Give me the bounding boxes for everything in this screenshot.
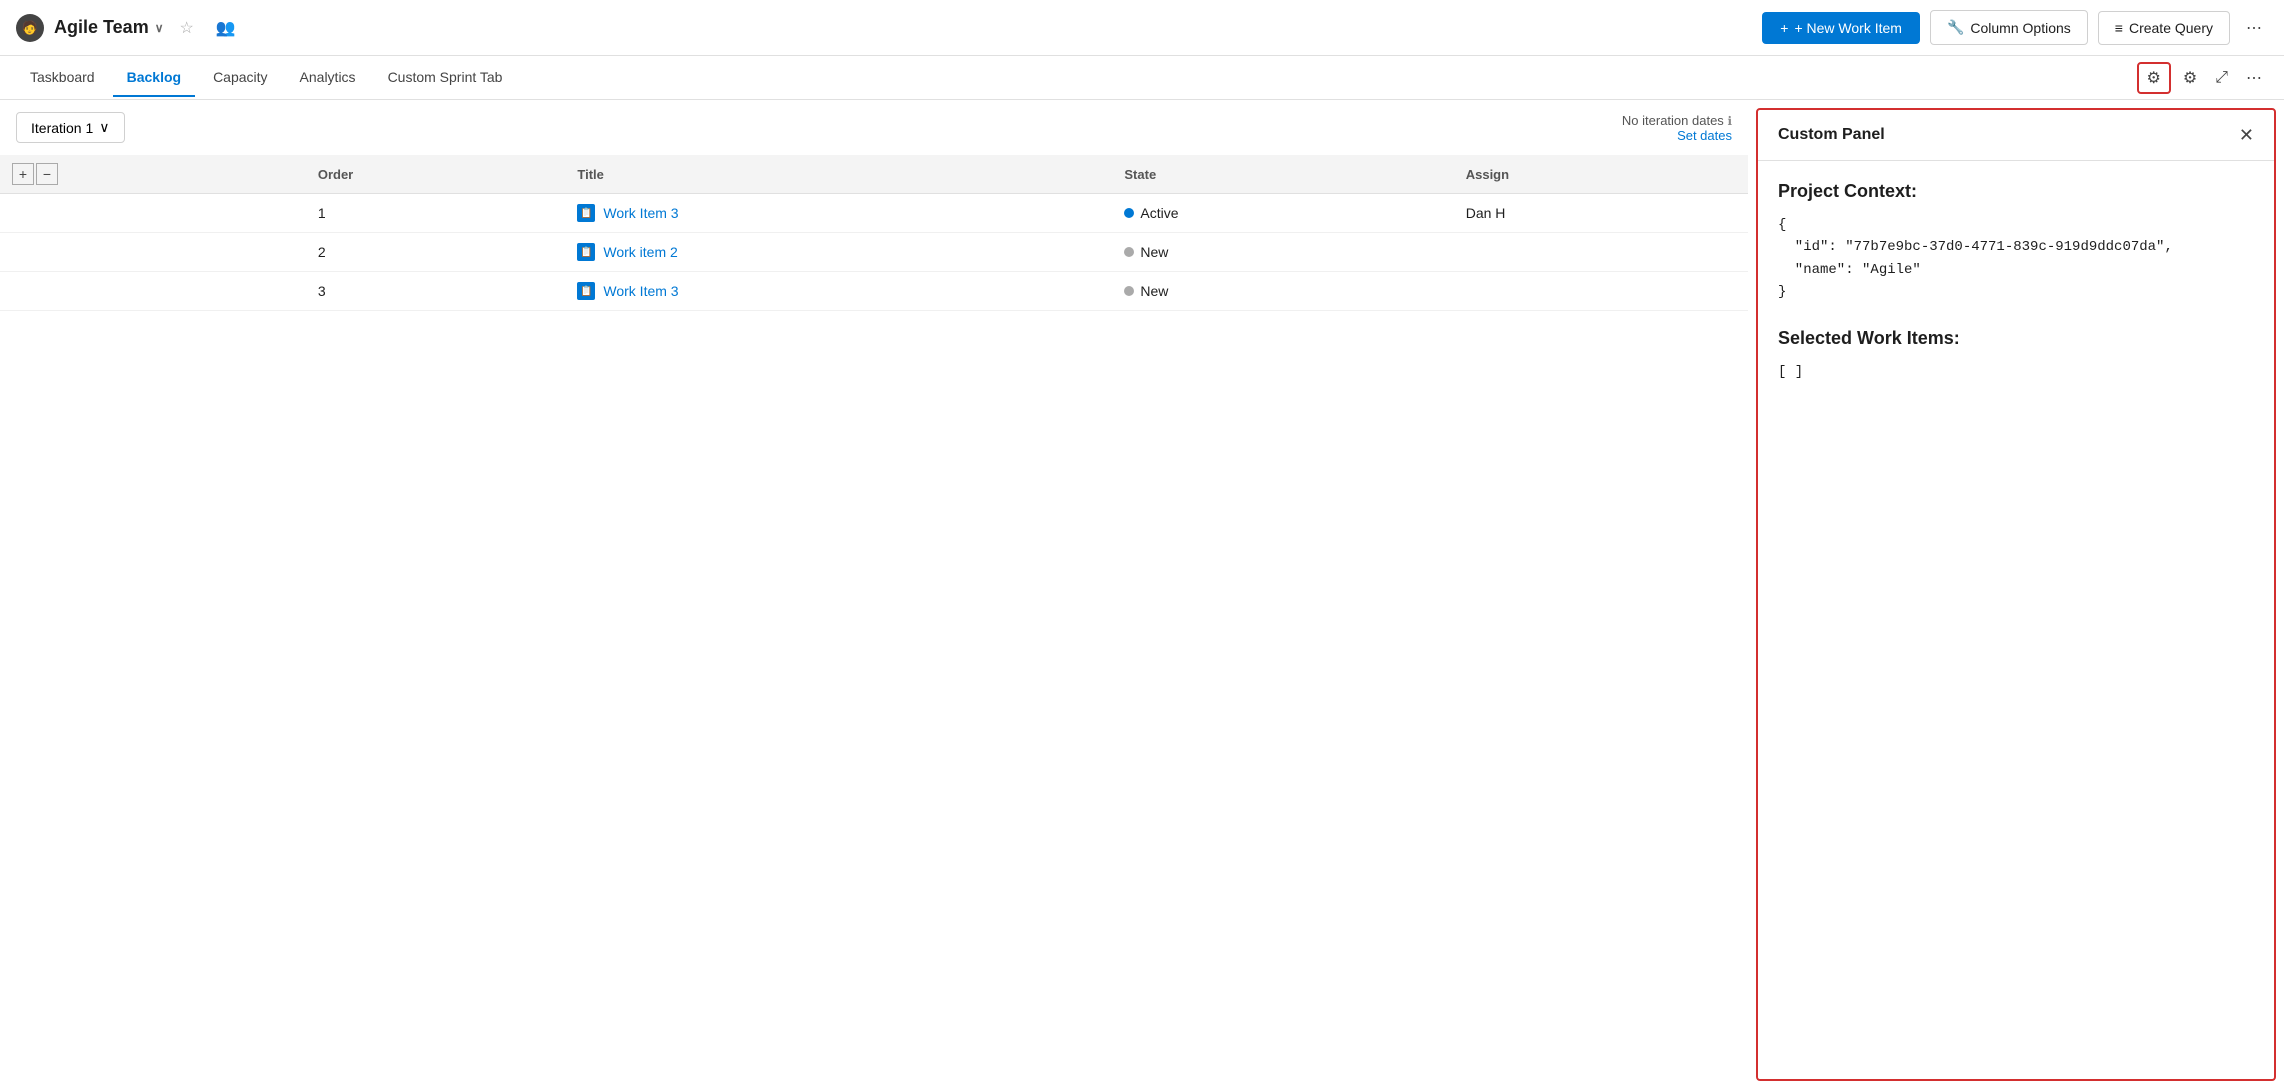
panel-close-button[interactable]: ✕: [2239, 126, 2254, 144]
row-title[interactable]: 📋 Work Item 3: [565, 194, 1112, 233]
row-assignee: [1454, 272, 1748, 311]
create-query-label: Create Query: [2129, 20, 2213, 36]
selected-items-heading: Selected Work Items:: [1778, 328, 2254, 349]
expand-button[interactable]: ⤢: [2209, 65, 2234, 91]
state-text: New: [1140, 283, 1168, 299]
tab-taskboard[interactable]: Taskboard: [16, 59, 109, 97]
more-options-button[interactable]: ⋯: [2240, 14, 2268, 42]
state-dot-icon: [1124, 286, 1134, 296]
selected-items-value: [ ]: [1778, 361, 2254, 383]
work-item-title-text[interactable]: Work Item 3: [603, 283, 678, 299]
iteration-selector-button[interactable]: Iteration 1 ∨: [16, 112, 125, 143]
iteration-bar: Iteration 1 ∨ No iteration dates ℹ Set d…: [0, 100, 1748, 155]
row-state: Active: [1112, 194, 1453, 233]
team-avatar-icon: 🧑: [16, 14, 44, 42]
custom-panel: Custom Panel ✕ Project Context: { "id": …: [1756, 108, 2276, 1081]
row-assignee: [1454, 233, 1748, 272]
tab-analytics[interactable]: Analytics: [286, 59, 370, 97]
tab-capacity[interactable]: Capacity: [199, 59, 281, 97]
new-work-item-label: + New Work Item: [1794, 20, 1902, 36]
col-header-state: State: [1112, 155, 1453, 194]
row-order: 2: [306, 233, 566, 272]
col-header-add-remove: + −: [0, 155, 306, 194]
tab-custom-sprint[interactable]: Custom Sprint Tab: [374, 59, 517, 97]
team-name[interactable]: Agile Team ∨: [54, 17, 164, 38]
create-query-icon: ≡: [2115, 20, 2123, 36]
new-work-item-button[interactable]: + + New Work Item: [1762, 12, 1920, 44]
settings-button[interactable]: ⚙: [2177, 64, 2203, 92]
team-chevron-icon: ∨: [155, 21, 164, 35]
remove-row-button[interactable]: −: [36, 163, 58, 185]
column-options-button[interactable]: 🔧 Column Options: [1930, 10, 2088, 45]
row-checkbox-cell: [0, 272, 306, 311]
tab-nav-actions: ⚙ ⚙ ⤢ ⋯: [2137, 62, 2269, 94]
panel-body: Project Context: { "id": "77b7e9bc-37d0-…: [1758, 161, 2274, 427]
row-checkbox-cell: [0, 233, 306, 272]
content-area: Iteration 1 ∨ No iteration dates ℹ Set d…: [0, 100, 2284, 1089]
favorite-button[interactable]: ☆: [174, 14, 200, 42]
table-row: 3 📋 Work Item 3 New: [0, 272, 1748, 311]
set-dates-link[interactable]: Set dates: [1677, 128, 1732, 143]
top-bar-actions: + + New Work Item 🔧 Column Options ≡ Cre…: [1762, 10, 2268, 45]
more-tab-options-button[interactable]: ⋯: [2240, 64, 2268, 92]
row-title[interactable]: 📋 Work Item 3: [565, 272, 1112, 311]
row-order: 3: [306, 272, 566, 311]
iteration-label: Iteration 1: [31, 120, 93, 136]
state-text: New: [1140, 244, 1168, 260]
iteration-dropdown-icon: ∨: [99, 119, 109, 136]
project-context-heading: Project Context:: [1778, 181, 2254, 202]
col-header-title: Title: [565, 155, 1112, 194]
row-state: New: [1112, 233, 1453, 272]
left-panel: Iteration 1 ∨ No iteration dates ℹ Set d…: [0, 100, 1748, 1089]
panel-title: Custom Panel: [1778, 126, 1885, 144]
tab-backlog[interactable]: Backlog: [113, 59, 195, 97]
column-options-icon: 🔧: [1947, 19, 1964, 36]
top-bar: 🧑 Agile Team ∨ ☆ 👥 + + New Work Item 🔧 C…: [0, 0, 2284, 56]
create-query-button[interactable]: ≡ Create Query: [2098, 11, 2230, 45]
table-header-row: + − Order Title State Assign: [0, 155, 1748, 194]
project-context-json: { "id": "77b7e9bc-37d0-4771-839c-919d9dd…: [1778, 214, 2254, 304]
work-item-icon: 📋: [577, 282, 595, 300]
filter-button[interactable]: ⚙: [2137, 62, 2171, 94]
state-dot-icon: [1124, 208, 1134, 218]
add-row-button[interactable]: +: [12, 163, 34, 185]
col-header-assign: Assign: [1454, 155, 1748, 194]
plus-icon: +: [1780, 20, 1788, 36]
state-text: Active: [1140, 205, 1178, 221]
row-state: New: [1112, 272, 1453, 311]
row-checkbox-cell: [0, 194, 306, 233]
work-item-icon: 📋: [577, 243, 595, 261]
work-item-title-text[interactable]: Work item 2: [603, 244, 677, 260]
panel-header: Custom Panel ✕: [1758, 110, 2274, 161]
work-item-icon: 📋: [577, 204, 595, 222]
top-bar-left: 🧑 Agile Team ∨ ☆ 👥: [16, 14, 242, 42]
tab-navigation: Taskboard Backlog Capacity Analytics Cus…: [0, 56, 2284, 100]
row-assignee: Dan H: [1454, 194, 1748, 233]
row-order: 1: [306, 194, 566, 233]
table-row: 1 📋 Work Item 3 Active Dan H: [0, 194, 1748, 233]
backlog-table: + − Order Title State Assign 1 📋 Work It…: [0, 155, 1748, 311]
tab-list: Taskboard Backlog Capacity Analytics Cus…: [16, 59, 516, 97]
info-icon: ℹ: [1727, 114, 1732, 128]
no-dates-text: No iteration dates: [1622, 113, 1724, 128]
iteration-info: No iteration dates ℹ Set dates: [1622, 113, 1732, 143]
table-row: 2 📋 Work item 2 New: [0, 233, 1748, 272]
col-header-order: Order: [306, 155, 566, 194]
members-button[interactable]: 👥: [210, 14, 242, 42]
work-item-title-text[interactable]: Work Item 3: [603, 205, 678, 221]
state-dot-icon: [1124, 247, 1134, 257]
column-options-label: Column Options: [1970, 20, 2070, 36]
row-title[interactable]: 📋 Work item 2: [565, 233, 1112, 272]
no-dates-row: No iteration dates ℹ: [1622, 113, 1732, 128]
team-name-label: Agile Team: [54, 17, 149, 38]
